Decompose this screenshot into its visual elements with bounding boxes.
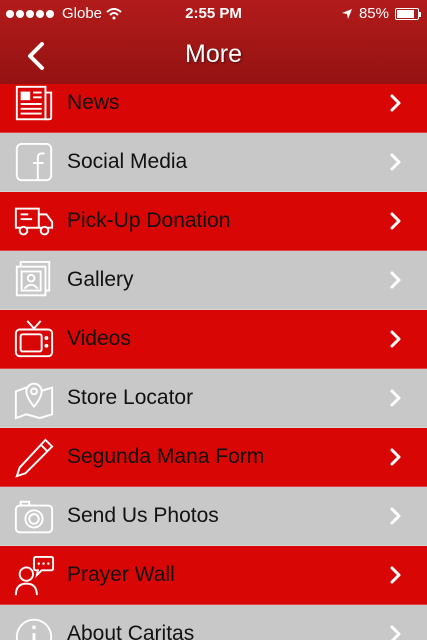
map-pin-icon — [14, 382, 54, 420]
chevron-right-icon — [390, 389, 401, 407]
menu-item-label: About Caritas — [67, 622, 195, 640]
navigation-header: Globe 2:55 PM 85% More — [0, 0, 427, 84]
chevron-right-icon — [390, 625, 401, 640]
truck-icon — [14, 207, 54, 236]
chevron-right-icon — [390, 507, 401, 525]
menu-item-store-locator[interactable]: Store Locator — [0, 369, 427, 428]
menu-list: News Social Media Pick-Up Donation Gallery V… — [0, 84, 427, 640]
battery-percent: 85% — [358, 5, 389, 22]
info-icon — [15, 618, 53, 640]
facebook-icon — [15, 142, 53, 182]
chevron-right-icon — [390, 212, 401, 230]
chevron-right-icon — [390, 330, 401, 348]
menu-item-label: Gallery — [67, 268, 134, 291]
status-bar: Globe 2:55 PM 85% — [0, 0, 427, 28]
chevron-right-icon — [390, 271, 401, 289]
menu-item-segunda-mana-form[interactable]: Segunda Mana Form — [0, 428, 427, 487]
menu-item-videos[interactable]: Videos — [0, 310, 427, 369]
menu-item-social-media[interactable]: Social Media — [0, 133, 427, 192]
menu-item-prayer-wall[interactable]: Prayer Wall — [0, 546, 427, 605]
menu-item-label: Store Locator — [67, 386, 194, 409]
menu-item-send-us-photos[interactable]: Send Us Photos — [0, 487, 427, 546]
menu-item-gallery[interactable]: Gallery — [0, 251, 427, 310]
page-title: More — [185, 40, 242, 68]
menu-item-label: Send Us Photos — [67, 504, 219, 527]
battery-icon — [395, 7, 421, 20]
menu-item-label: Pick-Up Donation — [67, 209, 231, 232]
menu-item-label: Social Media — [67, 150, 188, 173]
location-arrow-icon — [341, 8, 352, 19]
speech-person-icon — [14, 555, 55, 596]
menu-item-about-caritas[interactable]: About Caritas — [0, 605, 427, 640]
chevron-right-icon — [390, 153, 401, 171]
chevron-right-icon — [390, 566, 401, 584]
status-right: 85% — [341, 5, 421, 22]
pencil-icon — [15, 438, 54, 478]
menu-item-label: Segunda Mana Form — [67, 445, 265, 468]
menu-item-label: Prayer Wall — [67, 563, 175, 586]
menu-item-news[interactable]: News — [0, 84, 427, 133]
menu-item-label: News — [67, 91, 120, 114]
camera-icon — [14, 500, 54, 534]
menu-item-pick-up-donation[interactable]: Pick-Up Donation — [0, 192, 427, 251]
chevron-right-icon — [390, 448, 401, 466]
tv-icon — [14, 320, 54, 358]
photos-icon — [15, 260, 51, 297]
menu-item-label: Videos — [67, 327, 131, 350]
newspaper-icon — [15, 85, 53, 121]
chevron-right-icon — [390, 94, 401, 112]
